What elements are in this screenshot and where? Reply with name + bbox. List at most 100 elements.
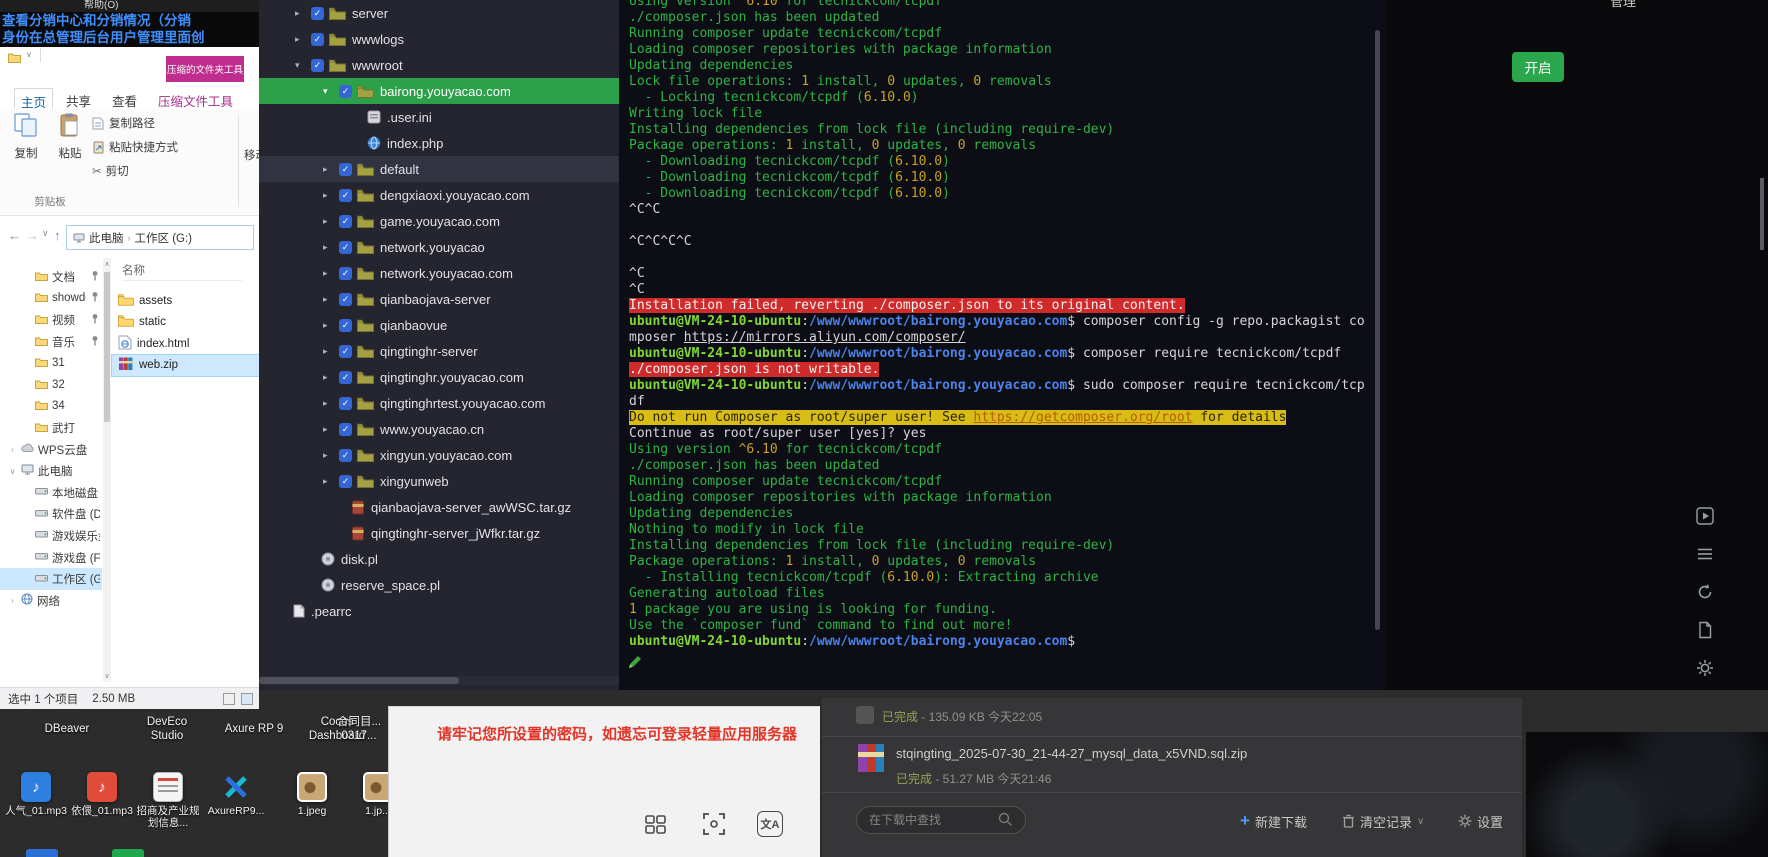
chevron-collapsed-icon[interactable]: ▸ bbox=[323, 164, 339, 175]
desktop-icon-label[interactable]: 合同目...0317... bbox=[330, 716, 388, 743]
enable-button[interactable]: 开启 bbox=[1512, 52, 1564, 82]
file-item[interactable]: assets bbox=[112, 290, 259, 312]
file-item[interactable]: static bbox=[112, 312, 259, 334]
translate-icon[interactable]: 文A bbox=[757, 811, 783, 837]
move-to-label[interactable]: 移动 bbox=[244, 147, 259, 163]
edit-pencil-icon[interactable] bbox=[627, 655, 642, 675]
desktop-icon[interactable]: ♪依偎_01.mp3 bbox=[70, 772, 134, 817]
run-panel-icon[interactable] bbox=[1695, 506, 1715, 526]
column-header-name[interactable]: 名称 bbox=[122, 262, 242, 281]
chevron-collapsed-icon[interactable]: › bbox=[8, 596, 17, 605]
chevron-collapsed-icon[interactable]: ▸ bbox=[295, 8, 311, 19]
layout-grid-icon[interactable] bbox=[639, 807, 673, 841]
tree-item[interactable]: ▸✓wwwlogs bbox=[259, 26, 619, 52]
image-thumbnail[interactable] bbox=[1526, 732, 1768, 857]
chevron-collapsed-icon[interactable]: ▸ bbox=[323, 424, 339, 435]
chevron-expanded-icon[interactable]: ∨ bbox=[8, 467, 17, 476]
up-icon[interactable]: ↑ bbox=[54, 228, 61, 243]
chevron-collapsed-icon[interactable]: ▸ bbox=[323, 320, 339, 331]
tree-item[interactable]: ▸✓qingtinghr-server bbox=[259, 338, 619, 364]
chevron-collapsed-icon[interactable]: › bbox=[8, 445, 17, 454]
tree-item[interactable]: ▸✓network.youyacao bbox=[259, 234, 619, 260]
desktop-icon[interactable]: 招商及产业规划信息... bbox=[136, 772, 200, 829]
sidebar-item[interactable]: 34 bbox=[0, 396, 102, 418]
download-filename[interactable]: stqingting_2025-07-30_21-44-27_mysql_dat… bbox=[896, 746, 1506, 761]
desktop-icon-label[interactable]: Axure RP 9 bbox=[216, 723, 292, 737]
chevron-collapsed-icon[interactable]: ▸ bbox=[323, 190, 339, 201]
sidebar-item[interactable]: ∨此电脑 bbox=[0, 460, 102, 482]
chevron-collapsed-icon[interactable]: ▸ bbox=[323, 346, 339, 357]
file-icon[interactable] bbox=[1695, 620, 1715, 640]
desktop-icon[interactable]: AxureRP9... bbox=[204, 772, 268, 817]
chevron-collapsed-icon[interactable]: ▸ bbox=[323, 398, 339, 409]
chevron-collapsed-icon[interactable]: ▸ bbox=[323, 242, 339, 253]
tree-item[interactable]: ▸✓xingyun.youyacao.com bbox=[259, 442, 619, 468]
desktop-icon[interactable]: 1.jpeg bbox=[280, 772, 344, 817]
view-thumbnail-icon[interactable] bbox=[241, 693, 253, 705]
paste-shortcut-button[interactable]: 粘贴快捷方式 bbox=[92, 138, 178, 156]
sidebar-item[interactable]: 本地磁盘 (C:) bbox=[0, 482, 102, 504]
chevron-collapsed-icon[interactable]: ▸ bbox=[323, 476, 339, 487]
scroll-up-icon[interactable]: ∧ bbox=[103, 260, 111, 268]
settings-button[interactable]: 设置 bbox=[1458, 810, 1503, 832]
terminal[interactable]: Using version ^6.10 for tecnickcom/tcpdf… bbox=[619, 0, 1385, 690]
paste-button[interactable]: 粘贴 bbox=[50, 112, 90, 161]
chevron-expanded-icon[interactable]: ▾ bbox=[323, 86, 339, 97]
desktop-icon-label[interactable]: DevEcoStudio bbox=[134, 716, 200, 743]
tree-item[interactable]: ▸✓server bbox=[259, 0, 619, 26]
tree-item[interactable]: ▸✓qingtinghr.youyacao.com bbox=[259, 364, 619, 390]
scrollbar-thumb[interactable] bbox=[259, 677, 459, 684]
tree-item[interactable]: ▾✓bairong.youyacao.com bbox=[259, 78, 619, 104]
tree-item[interactable]: index.php bbox=[259, 130, 619, 156]
tab-view[interactable]: 查看 bbox=[106, 88, 143, 109]
tree-item[interactable]: ▾✓wwwroot bbox=[259, 52, 619, 78]
taskbar-icon-partial[interactable] bbox=[112, 849, 144, 857]
file-item[interactable]: index.html bbox=[112, 333, 259, 355]
chevron-collapsed-icon[interactable]: ▸ bbox=[323, 294, 339, 305]
tree-item[interactable]: ▸✓network.youyacao.com bbox=[259, 260, 619, 286]
tree-item[interactable]: ▸✓www.youyacao.cn bbox=[259, 416, 619, 442]
tree-item[interactable]: ▸✓qingtinghrtest.youyacao.com bbox=[259, 390, 619, 416]
tree-item[interactable]: .pearrc bbox=[259, 598, 619, 624]
copy-path-button[interactable]: 复制路径 bbox=[92, 114, 155, 132]
forward-icon[interactable]: → bbox=[26, 228, 39, 243]
screenshot-crop-icon[interactable] bbox=[697, 807, 731, 841]
tree-item[interactable]: ▸✓game.youyacao.com bbox=[259, 208, 619, 234]
sidebar-item[interactable]: 视频 bbox=[0, 309, 102, 331]
tree-item[interactable]: ▸✓xingyunweb bbox=[259, 468, 619, 494]
chevron-collapsed-icon[interactable]: ▸ bbox=[323, 268, 339, 279]
tab-share[interactable]: 共享 bbox=[60, 88, 97, 109]
tree-item[interactable]: qianbaojava-server_awWSC.tar.gz bbox=[259, 494, 619, 520]
tree-item[interactable]: .user.ini bbox=[259, 104, 619, 130]
breadcrumb-folder[interactable]: 工作区 (G:) bbox=[135, 230, 193, 246]
breadcrumb-device[interactable]: 此电脑 bbox=[89, 230, 124, 246]
view-list-icon[interactable] bbox=[223, 693, 235, 705]
sidebar-item[interactable]: ›网络 bbox=[0, 590, 102, 612]
tab-home[interactable]: 主页 bbox=[14, 88, 53, 109]
sidebar-item[interactable]: showdoc-m... bbox=[0, 288, 102, 310]
sidebar-item[interactable]: 32 bbox=[0, 374, 102, 396]
file-item[interactable]: web.zip bbox=[112, 355, 259, 377]
scroll-down-icon[interactable]: ∨ bbox=[103, 672, 111, 680]
sidebar-item[interactable]: 31 bbox=[0, 352, 102, 374]
list-icon[interactable] bbox=[1695, 544, 1715, 564]
new-download-button[interactable]: + 新建下载 bbox=[1240, 810, 1307, 832]
clear-records-button[interactable]: 清空记录 ∨ bbox=[1342, 810, 1424, 832]
tree-item[interactable]: qingtinghr-server_jWfkr.tar.gz bbox=[259, 520, 619, 546]
refresh-icon[interactable] bbox=[1695, 582, 1715, 602]
sidebar-item[interactable]: 软件盘 (D:) bbox=[0, 504, 102, 526]
chevron-collapsed-icon[interactable]: ▸ bbox=[323, 372, 339, 383]
address-bar[interactable]: 此电脑 › 工作区 (G:) bbox=[66, 225, 254, 250]
tree-item[interactable]: ▸✓qianbaojava-server bbox=[259, 286, 619, 312]
sidebar-item[interactable]: 音乐 bbox=[0, 331, 102, 353]
chevron-down-icon[interactable]: ∨ bbox=[26, 50, 32, 59]
tree-item[interactable]: ▸✓qianbaovue bbox=[259, 312, 619, 338]
tree-horizontal-scrollbar[interactable] bbox=[259, 676, 619, 685]
terminal-scrollbar[interactable] bbox=[1375, 30, 1380, 630]
sidebar-item[interactable]: 游戏娱乐盘 (E:) bbox=[0, 525, 102, 547]
sidebar-item[interactable]: ›WPS云盘 bbox=[0, 439, 102, 461]
chevron-expanded-icon[interactable]: ▾ bbox=[295, 60, 311, 71]
copy-button[interactable]: 复制 bbox=[6, 112, 46, 161]
sidebar-item[interactable]: 文档 bbox=[0, 266, 102, 288]
sidebar-item[interactable]: 游戏盘 (F:) bbox=[0, 547, 102, 569]
